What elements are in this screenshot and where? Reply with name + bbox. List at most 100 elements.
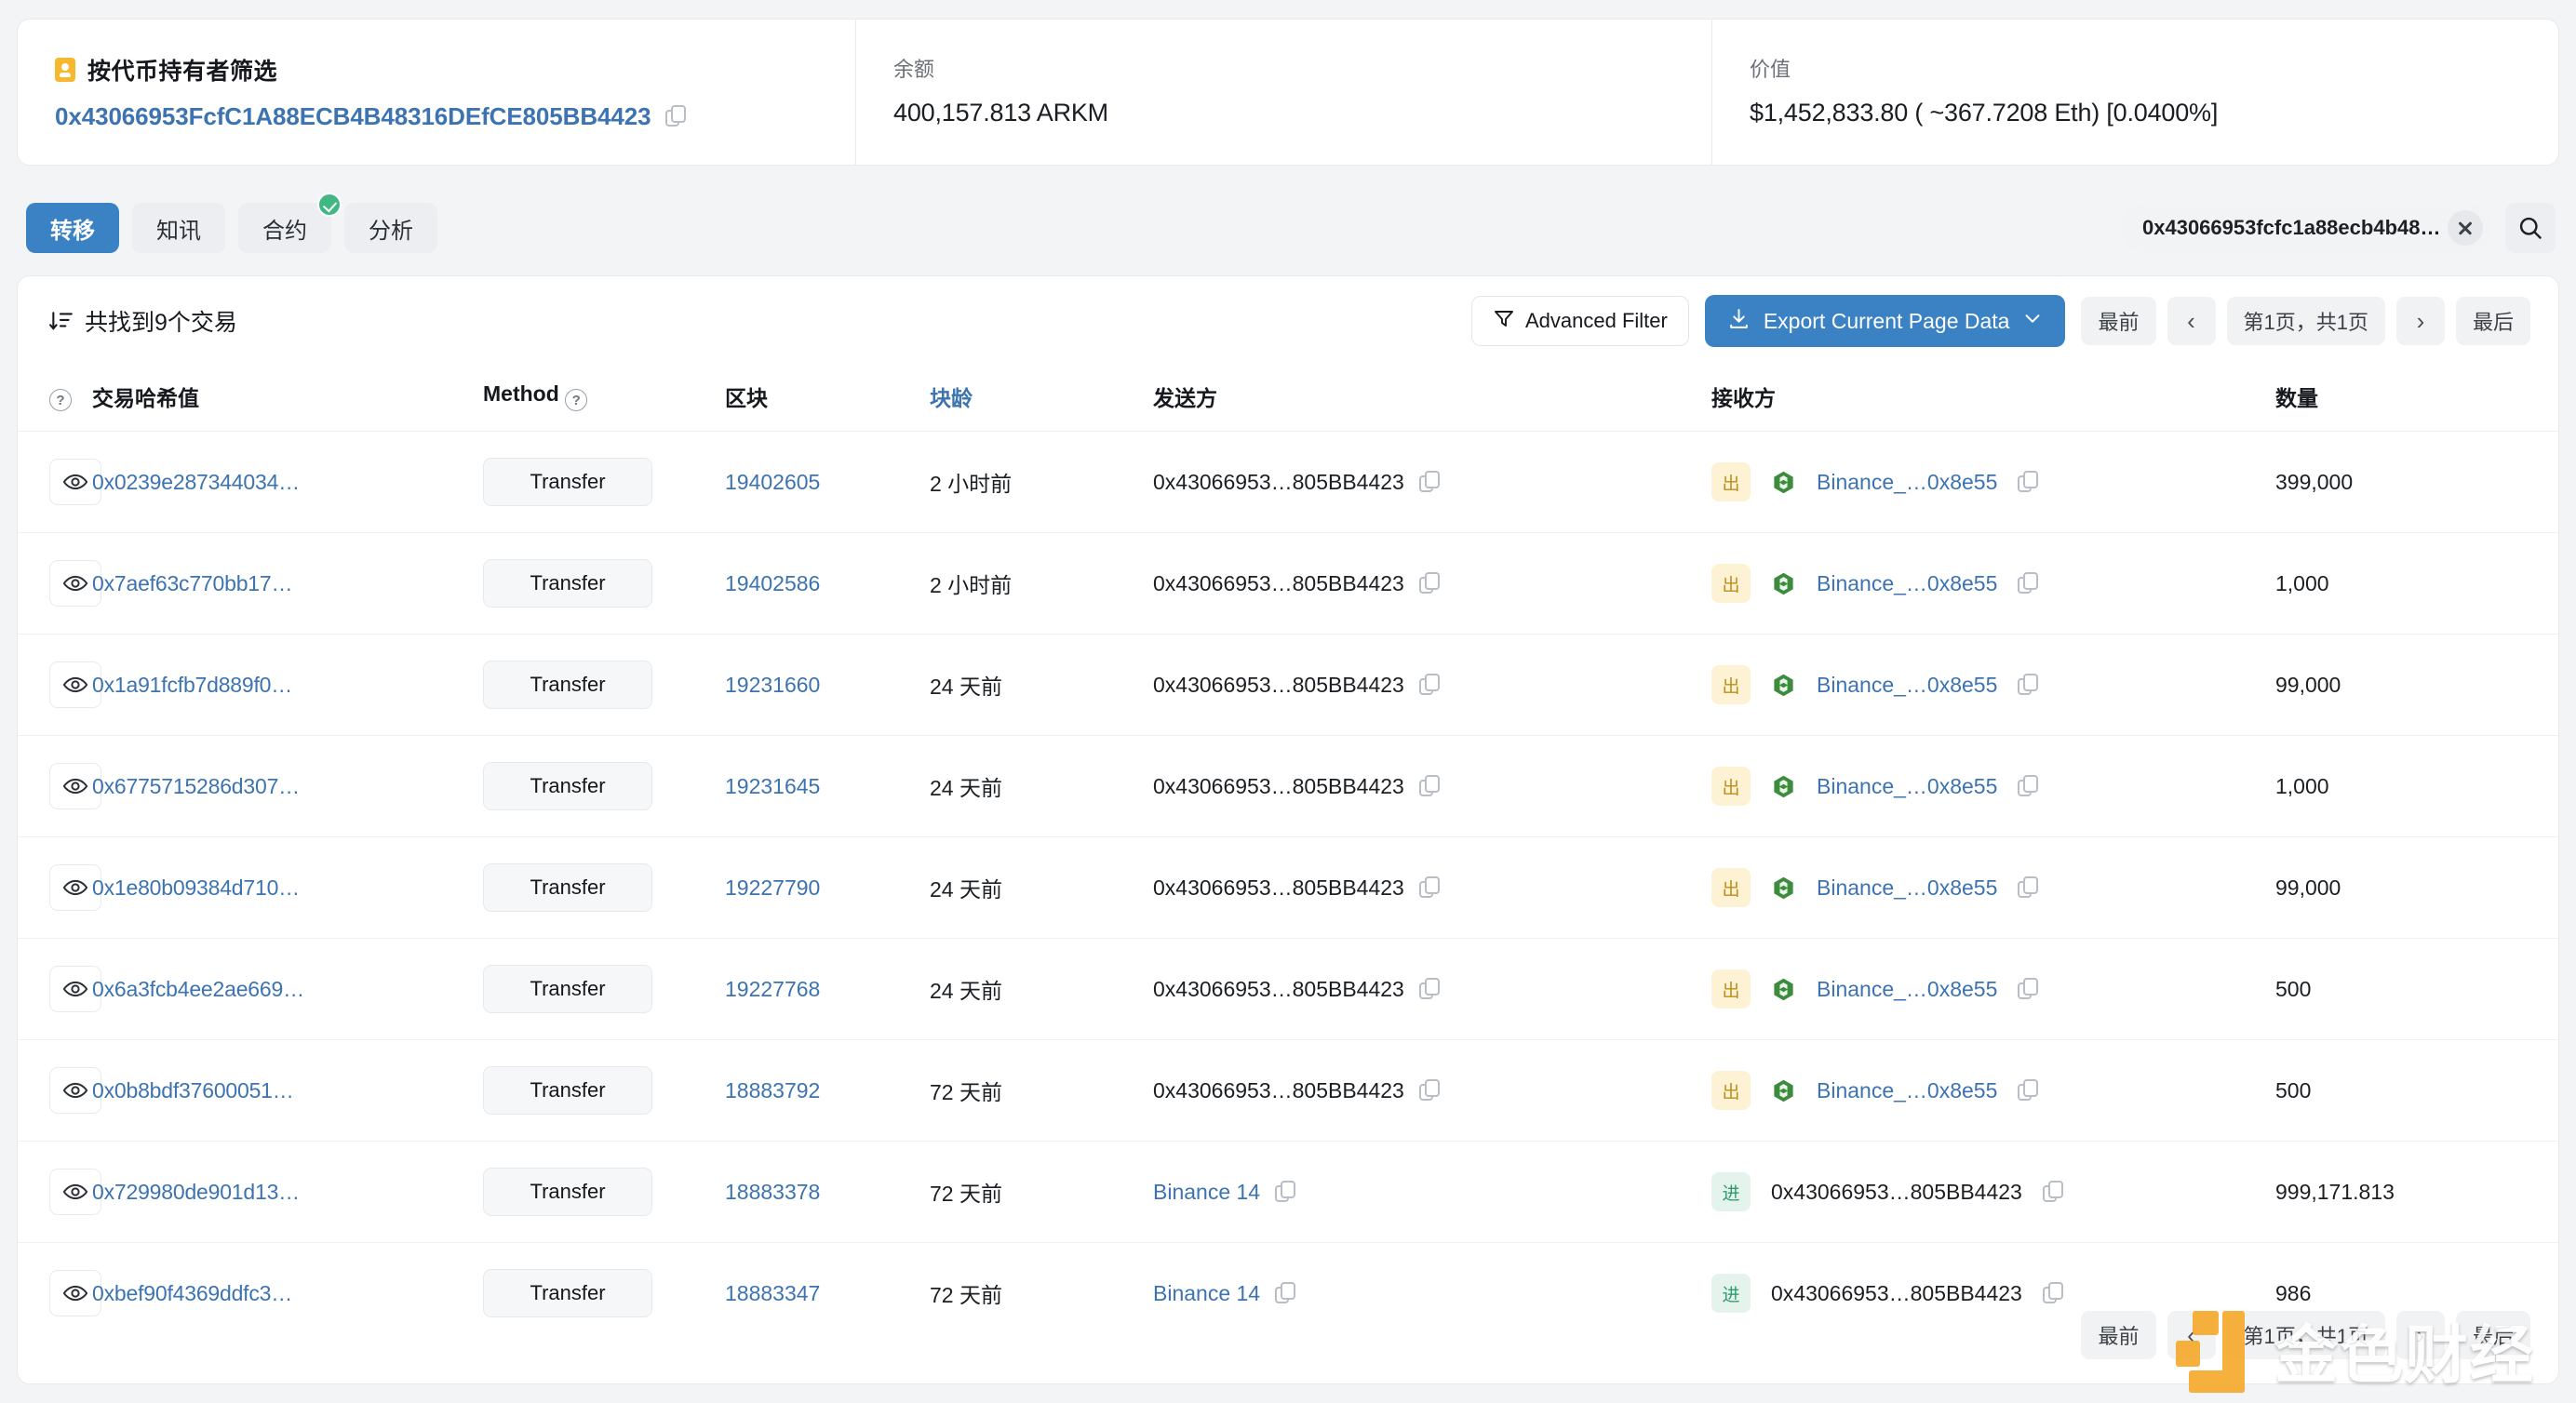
tx-hash-link[interactable]: 0xbef90f4369ddfc3…: [92, 1281, 292, 1305]
token-holder-address-link[interactable]: 0x43066953FcfC1A88ECB4B48316DEfCE805BB44…: [55, 102, 651, 131]
from-cell: 0x43066953…805BB4423: [1153, 774, 1711, 799]
pagination-next[interactable]: ›: [2395, 297, 2445, 345]
copy-icon[interactable]: [1418, 673, 1441, 697]
to-address[interactable]: Binance_…0x8e55: [1817, 977, 1997, 1002]
tx-hash-link[interactable]: 0x7aef63c770bb17…: [92, 571, 292, 595]
copy-icon[interactable]: [2018, 571, 2039, 595]
copy-icon[interactable]: [2018, 977, 2039, 1001]
copy-icon[interactable]: [1418, 875, 1441, 900]
block-link[interactable]: 18883378: [725, 1180, 820, 1204]
cell-hash: 0x7aef63c770bb17…: [92, 532, 483, 635]
method-tag[interactable]: Transfer: [483, 1066, 652, 1115]
to-address[interactable]: Binance_…0x8e55: [1817, 673, 1997, 698]
copy-icon[interactable]: [2018, 470, 2039, 494]
method-tag[interactable]: Transfer: [483, 1168, 652, 1216]
column-method[interactable]: Method ?: [483, 366, 725, 432]
copy-icon[interactable]: [2042, 1180, 2064, 1204]
column-from[interactable]: 发送方: [1153, 366, 1711, 432]
block-link[interactable]: 19402586: [725, 571, 820, 595]
to-address[interactable]: Binance_…0x8e55: [1817, 571, 1997, 596]
export-current-page-data-button[interactable]: Export Current Page Data: [1704, 295, 2066, 347]
from-address[interactable]: 0x43066953…805BB4423: [1153, 774, 1404, 799]
from-address[interactable]: 0x43066953…805BB4423: [1153, 571, 1404, 596]
from-address[interactable]: 0x43066953…805BB4423: [1153, 673, 1404, 698]
pagination-prev[interactable]: ‹: [2167, 1311, 2216, 1359]
amount-text: 1,000: [2275, 570, 2329, 595]
to-cell: 进 0x43066953…805BB4423: [1711, 1172, 2270, 1211]
block-link[interactable]: 19231645: [725, 774, 820, 798]
column-to[interactable]: 接收方: [1711, 366, 2270, 432]
column-hash[interactable]: 交易哈希值: [92, 366, 483, 432]
balance-label: 余额: [893, 58, 935, 81]
to-address[interactable]: Binance_…0x8e55: [1817, 875, 1997, 901]
search-pill[interactable]: [2120, 203, 2492, 253]
method-tag[interactable]: Transfer: [483, 559, 652, 608]
block-link[interactable]: 18883347: [725, 1281, 820, 1305]
from-address[interactable]: Binance 14: [1153, 1281, 1260, 1306]
copy-icon[interactable]: [1418, 977, 1441, 1001]
to-address[interactable]: Binance_…0x8e55: [1817, 1078, 1997, 1103]
block-link[interactable]: 19231660: [725, 673, 820, 697]
to-address[interactable]: Binance_…0x8e55: [1817, 470, 1997, 495]
pagination-last[interactable]: 最后: [2455, 1311, 2530, 1359]
method-tag[interactable]: Transfer: [483, 762, 652, 810]
tx-hash-link[interactable]: 0x1a91fcfb7d889f0…: [92, 673, 292, 697]
copy-icon[interactable]: [1418, 470, 1441, 494]
method-tag[interactable]: Transfer: [483, 863, 652, 912]
tab-2[interactable]: 合约: [238, 193, 342, 253]
filter-column: 按代币持有者筛选 0x43066953FcfC1A88ECB4B48316DEf…: [18, 20, 855, 165]
tab-1[interactable]: 知讯: [132, 203, 225, 253]
from-address[interactable]: 0x43066953…805BB4423: [1153, 977, 1404, 1002]
from-address[interactable]: Binance 14: [1153, 1180, 1260, 1205]
copy-icon[interactable]: [1418, 1078, 1441, 1102]
pagination-next[interactable]: ›: [2395, 1311, 2445, 1359]
method-tag[interactable]: Transfer: [483, 1269, 652, 1318]
method-tag[interactable]: Transfer: [483, 458, 652, 506]
column-block[interactable]: 区块: [725, 366, 930, 432]
pagination-prev[interactable]: ‹: [2167, 297, 2216, 345]
copy-icon[interactable]: [2018, 1078, 2039, 1102]
tx-hash-link[interactable]: 0x729980de901d13…: [92, 1180, 300, 1204]
column-amount[interactable]: 数量: [2270, 366, 2558, 432]
block-link[interactable]: 18883792: [725, 1078, 820, 1102]
question-icon[interactable]: ?: [49, 389, 72, 412]
block-link[interactable]: 19402605: [725, 470, 820, 494]
tab-0[interactable]: 转移: [26, 203, 119, 253]
close-icon[interactable]: [2448, 210, 2483, 246]
to-address[interactable]: 0x43066953…805BB4423: [1771, 1180, 2022, 1205]
block-link[interactable]: 19227790: [725, 875, 820, 900]
copy-icon[interactable]: [1418, 571, 1441, 595]
sort-icon[interactable]: [49, 309, 74, 333]
copy-icon[interactable]: [1418, 774, 1441, 798]
method-tag[interactable]: Transfer: [483, 661, 652, 709]
to-address[interactable]: 0x43066953…805BB4423: [1771, 1281, 2022, 1306]
tx-hash-link[interactable]: 0x6775715286d307…: [92, 774, 300, 798]
pagination-first[interactable]: 最前: [2081, 297, 2156, 345]
tx-hash-link[interactable]: 0x1e80b09384d710…: [92, 875, 300, 900]
pagination-last[interactable]: 最后: [2455, 297, 2530, 345]
copy-icon[interactable]: [2018, 673, 2039, 697]
pagination-first[interactable]: 最前: [2081, 1311, 2156, 1359]
cell-from: 0x43066953…805BB4423: [1153, 836, 1711, 939]
from-address[interactable]: 0x43066953…805BB4423: [1153, 875, 1404, 901]
search-input[interactable]: [2142, 216, 2440, 240]
search-button[interactable]: [2505, 203, 2556, 253]
column-age[interactable]: 块龄: [930, 366, 1153, 432]
to-address[interactable]: Binance_…0x8e55: [1817, 774, 1997, 799]
advanced-filter-button[interactable]: Advanced Filter: [1470, 296, 1689, 346]
tx-hash-link[interactable]: 0x0b8bdf37600051…: [92, 1078, 294, 1102]
copy-icon[interactable]: [2018, 774, 2039, 798]
copy-icon[interactable]: [1275, 1281, 1296, 1305]
copy-icon[interactable]: [665, 105, 687, 128]
copy-icon[interactable]: [1275, 1180, 1296, 1204]
copy-icon[interactable]: [2042, 1281, 2064, 1305]
from-address[interactable]: 0x43066953…805BB4423: [1153, 470, 1404, 495]
tab-3[interactable]: 分析: [344, 203, 437, 253]
tx-hash-link[interactable]: 0x6a3fcb4ee2ae669…: [92, 977, 304, 1001]
copy-icon[interactable]: [2018, 875, 2039, 900]
method-tag[interactable]: Transfer: [483, 965, 652, 1013]
from-address[interactable]: 0x43066953…805BB4423: [1153, 1078, 1404, 1103]
question-icon[interactable]: ?: [565, 389, 588, 412]
block-link[interactable]: 19227768: [725, 977, 820, 1001]
tx-hash-link[interactable]: 0x0239e287344034…: [92, 470, 300, 494]
